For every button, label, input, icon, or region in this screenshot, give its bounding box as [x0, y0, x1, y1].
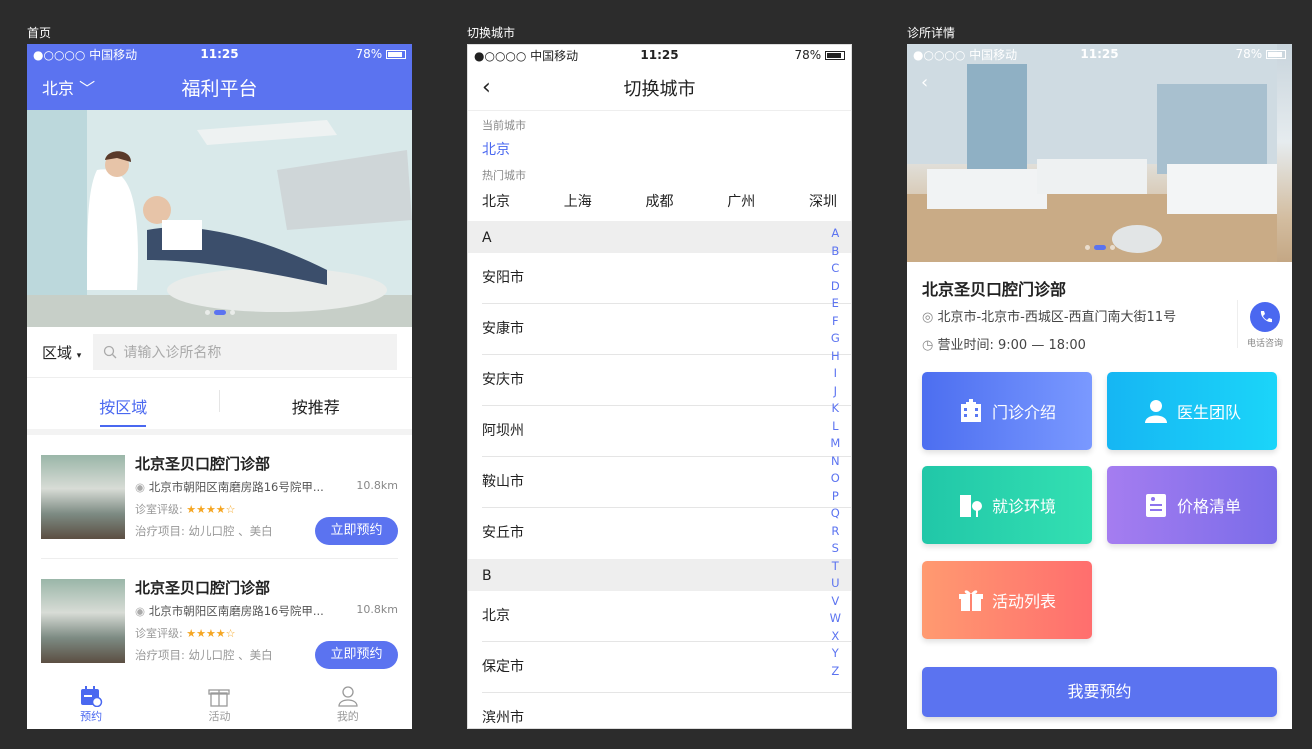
calendar-icon [81, 686, 103, 707]
search-input[interactable]: 请输入诊所名称 [93, 334, 397, 370]
gift-icon [958, 590, 983, 611]
clinic-thumbnail [41, 579, 125, 663]
city-selector[interactable]: 北京 ﹀ [42, 75, 95, 99]
hospital-icon [960, 399, 981, 422]
phone-icon [1250, 302, 1280, 332]
status-bar: ●○○○○ 中国移动 11:25 78% [907, 44, 1292, 64]
city-row[interactable]: 安康市 [482, 304, 851, 355]
rating-stars: ★★★★☆ [186, 627, 236, 640]
tabbar-item-booking[interactable]: 预约 [27, 681, 155, 729]
switch-city-screen: ●○○○○ 中国移动 11:25 78% ‹ 切换城市 当前城市 北京 热门城市… [467, 44, 852, 729]
hot-city[interactable]: 深圳 [809, 191, 837, 211]
back-icon[interactable]: ‹ [482, 75, 491, 100]
caret-down-icon: ▾ [76, 350, 82, 361]
person-icon [338, 686, 358, 707]
city-row[interactable]: 安庆市 [482, 355, 851, 406]
battery-icon [1265, 50, 1286, 59]
clock-icon: ◷ [922, 338, 934, 353]
screen-label-detail: 诊所详情 [907, 26, 956, 40]
battery-icon [385, 50, 406, 59]
location-pin-icon: ◉ [135, 480, 146, 494]
clinic-thumbnail [41, 455, 125, 539]
screen-label-home: 首页 [27, 26, 52, 40]
tile-clinic-intro[interactable]: 门诊介绍 [922, 372, 1092, 450]
hot-cities: 北京 上海 成都 广州 深圳 [468, 183, 851, 221]
hot-city[interactable]: 北京 [482, 191, 510, 211]
city-row[interactable]: 鞍山市 [482, 457, 851, 508]
hot-city[interactable]: 上海 [564, 191, 592, 211]
gift-icon [208, 689, 231, 707]
carousel-dots [907, 245, 1292, 250]
tile-environment[interactable]: 就诊环境 [922, 466, 1092, 544]
chevron-down-icon: ﹀ [79, 79, 96, 98]
banner-carousel[interactable] [27, 110, 412, 327]
rating-stars: ★★★★☆ [186, 503, 236, 516]
location-pin-icon: ◉ [135, 604, 146, 618]
tabbar-item-activity[interactable]: 活动 [155, 681, 283, 729]
city-row[interactable]: 安阳市 [482, 253, 851, 304]
status-bar: ●○○○○ 中国移动 11:25 78% [468, 45, 851, 65]
screen-label-city: 切换城市 [467, 26, 516, 40]
back-icon[interactable]: ‹ [921, 72, 928, 93]
section-header: A [468, 221, 851, 253]
clinic-name: 北京圣贝口腔门诊部 [922, 280, 1067, 299]
location-icon: ◎ [922, 310, 934, 325]
home-screen: ●○○○○ 中国移动 11:25 78% 北京 ﹀ 福利平台 区域 ▾ 请输入诊… [27, 44, 412, 729]
carousel-dots [27, 310, 412, 315]
dental-banner-image [27, 110, 412, 327]
call-button[interactable]: 电话咨询 [1237, 300, 1292, 349]
tile-activity-list[interactable]: 活动列表 [922, 561, 1092, 639]
search-icon [104, 345, 117, 359]
tile-price-list[interactable]: 价格清单 [1107, 466, 1277, 544]
city-row[interactable]: 阿坝州 [482, 406, 851, 457]
page-title: 切换城市 [623, 78, 696, 100]
book-appointment-button[interactable]: 我要预约 [922, 667, 1277, 717]
status-bar: ●○○○○ 中国移动 11:25 78% [27, 44, 412, 64]
city-row[interactable]: 北京 [482, 591, 851, 642]
area-filter[interactable]: 区域 ▾ [42, 342, 81, 363]
ward-photo [907, 44, 1277, 262]
doctor-icon [1144, 400, 1167, 423]
tab-bar: 预约 活动 我的 [27, 681, 412, 729]
tab-by-recommend[interactable]: 按推荐 [220, 378, 413, 429]
hot-city[interactable]: 广州 [727, 191, 755, 211]
current-city[interactable]: 北京 [482, 139, 837, 159]
alphabet-index[interactable]: ABCDEFGHIJKLMNOPQRSTUVWXYZ [830, 225, 841, 680]
tab-by-area[interactable]: 按区域 [27, 378, 220, 429]
clinic-detail-screen: ●○○○○ 中国移动 11:25 78% ‹ 北京圣贝口腔门诊部 ◎ 北京市-北… [907, 44, 1292, 729]
book-now-button[interactable]: 立即预约 [315, 641, 398, 669]
clinic-card[interactable]: 北京圣贝口腔门诊部 ◉ 北京市朝阳区南磨房路16号院甲... 10.8km 诊室… [41, 559, 398, 683]
price-list-icon [1145, 494, 1166, 517]
city-row[interactable]: 保定市 [482, 642, 851, 693]
hot-city[interactable]: 成都 [646, 191, 674, 211]
clinic-photo-carousel[interactable]: ●○○○○ 中国移动 11:25 78% ‹ [907, 44, 1292, 262]
building-tree-icon [959, 495, 982, 517]
clinic-card[interactable]: 北京圣贝口腔门诊部 ◉ 北京市朝阳区南磨房路16号院甲... 10.8km 诊室… [41, 435, 398, 559]
battery-icon [824, 51, 845, 60]
city-row[interactable]: 安丘市 [482, 508, 851, 559]
city-row[interactable]: 滨州市 [482, 693, 851, 728]
book-now-button[interactable]: 立即预约 [315, 517, 398, 545]
section-header: B [468, 559, 851, 591]
tile-doctor-team[interactable]: 医生团队 [1107, 372, 1277, 450]
tabbar-item-mine[interactable]: 我的 [284, 681, 412, 729]
